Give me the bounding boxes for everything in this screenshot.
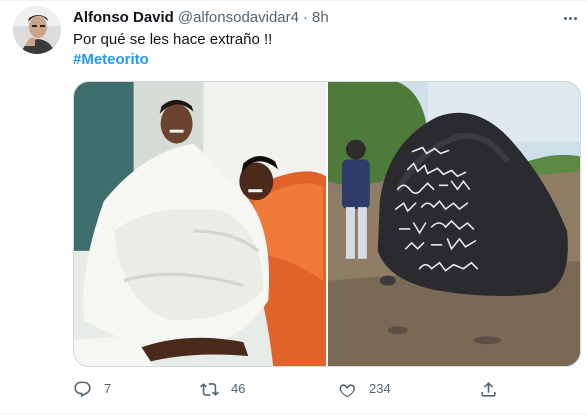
more-dot-icon (573, 16, 577, 20)
media-grid (73, 81, 581, 367)
share-button[interactable] (479, 378, 510, 400)
share-icon (481, 381, 496, 397)
retweet-count: 46 (231, 381, 246, 396)
more-dot-icon (568, 16, 572, 20)
hashtag-link[interactable]: #Meteorito (73, 50, 149, 70)
like-count: 234 (369, 381, 391, 396)
media-photo-2[interactable] (328, 82, 580, 366)
bottom-divider (0, 413, 587, 414)
heart-icon (339, 383, 355, 397)
tweet-header: Alfonso David @alfonsodavidar4 · 8h (73, 8, 329, 28)
photo-inscribed-rock-icon (328, 82, 580, 366)
retweet-icon (200, 382, 219, 396)
timestamp[interactable]: 8h (312, 8, 329, 28)
photo-couple-bed-icon (74, 82, 326, 366)
display-name[interactable]: Alfonso David (73, 8, 174, 28)
tweet-text: Por qué se les hace extraño !! (73, 31, 273, 48)
more-options-button[interactable] (560, 10, 580, 26)
more-dot-icon (563, 16, 567, 20)
reply-count: 7 (104, 381, 112, 396)
retweet-button[interactable]: 46 (200, 378, 245, 400)
top-divider (0, 0, 587, 1)
like-button[interactable]: 234 (338, 378, 391, 400)
reply-button[interactable]: 7 (73, 378, 111, 400)
action-bar: 7 46 234 (73, 378, 513, 400)
separator-dot: · (302, 9, 308, 26)
tweet-card[interactable]: Alfonso David @alfonsodavidar4 · 8h Por … (0, 0, 587, 416)
avatar[interactable] (13, 6, 61, 54)
reply-icon (74, 381, 91, 397)
user-handle[interactable]: @alfonsodavidar4 (178, 8, 299, 28)
media-photo-1[interactable] (74, 82, 326, 366)
profile-photo-icon (13, 6, 61, 54)
